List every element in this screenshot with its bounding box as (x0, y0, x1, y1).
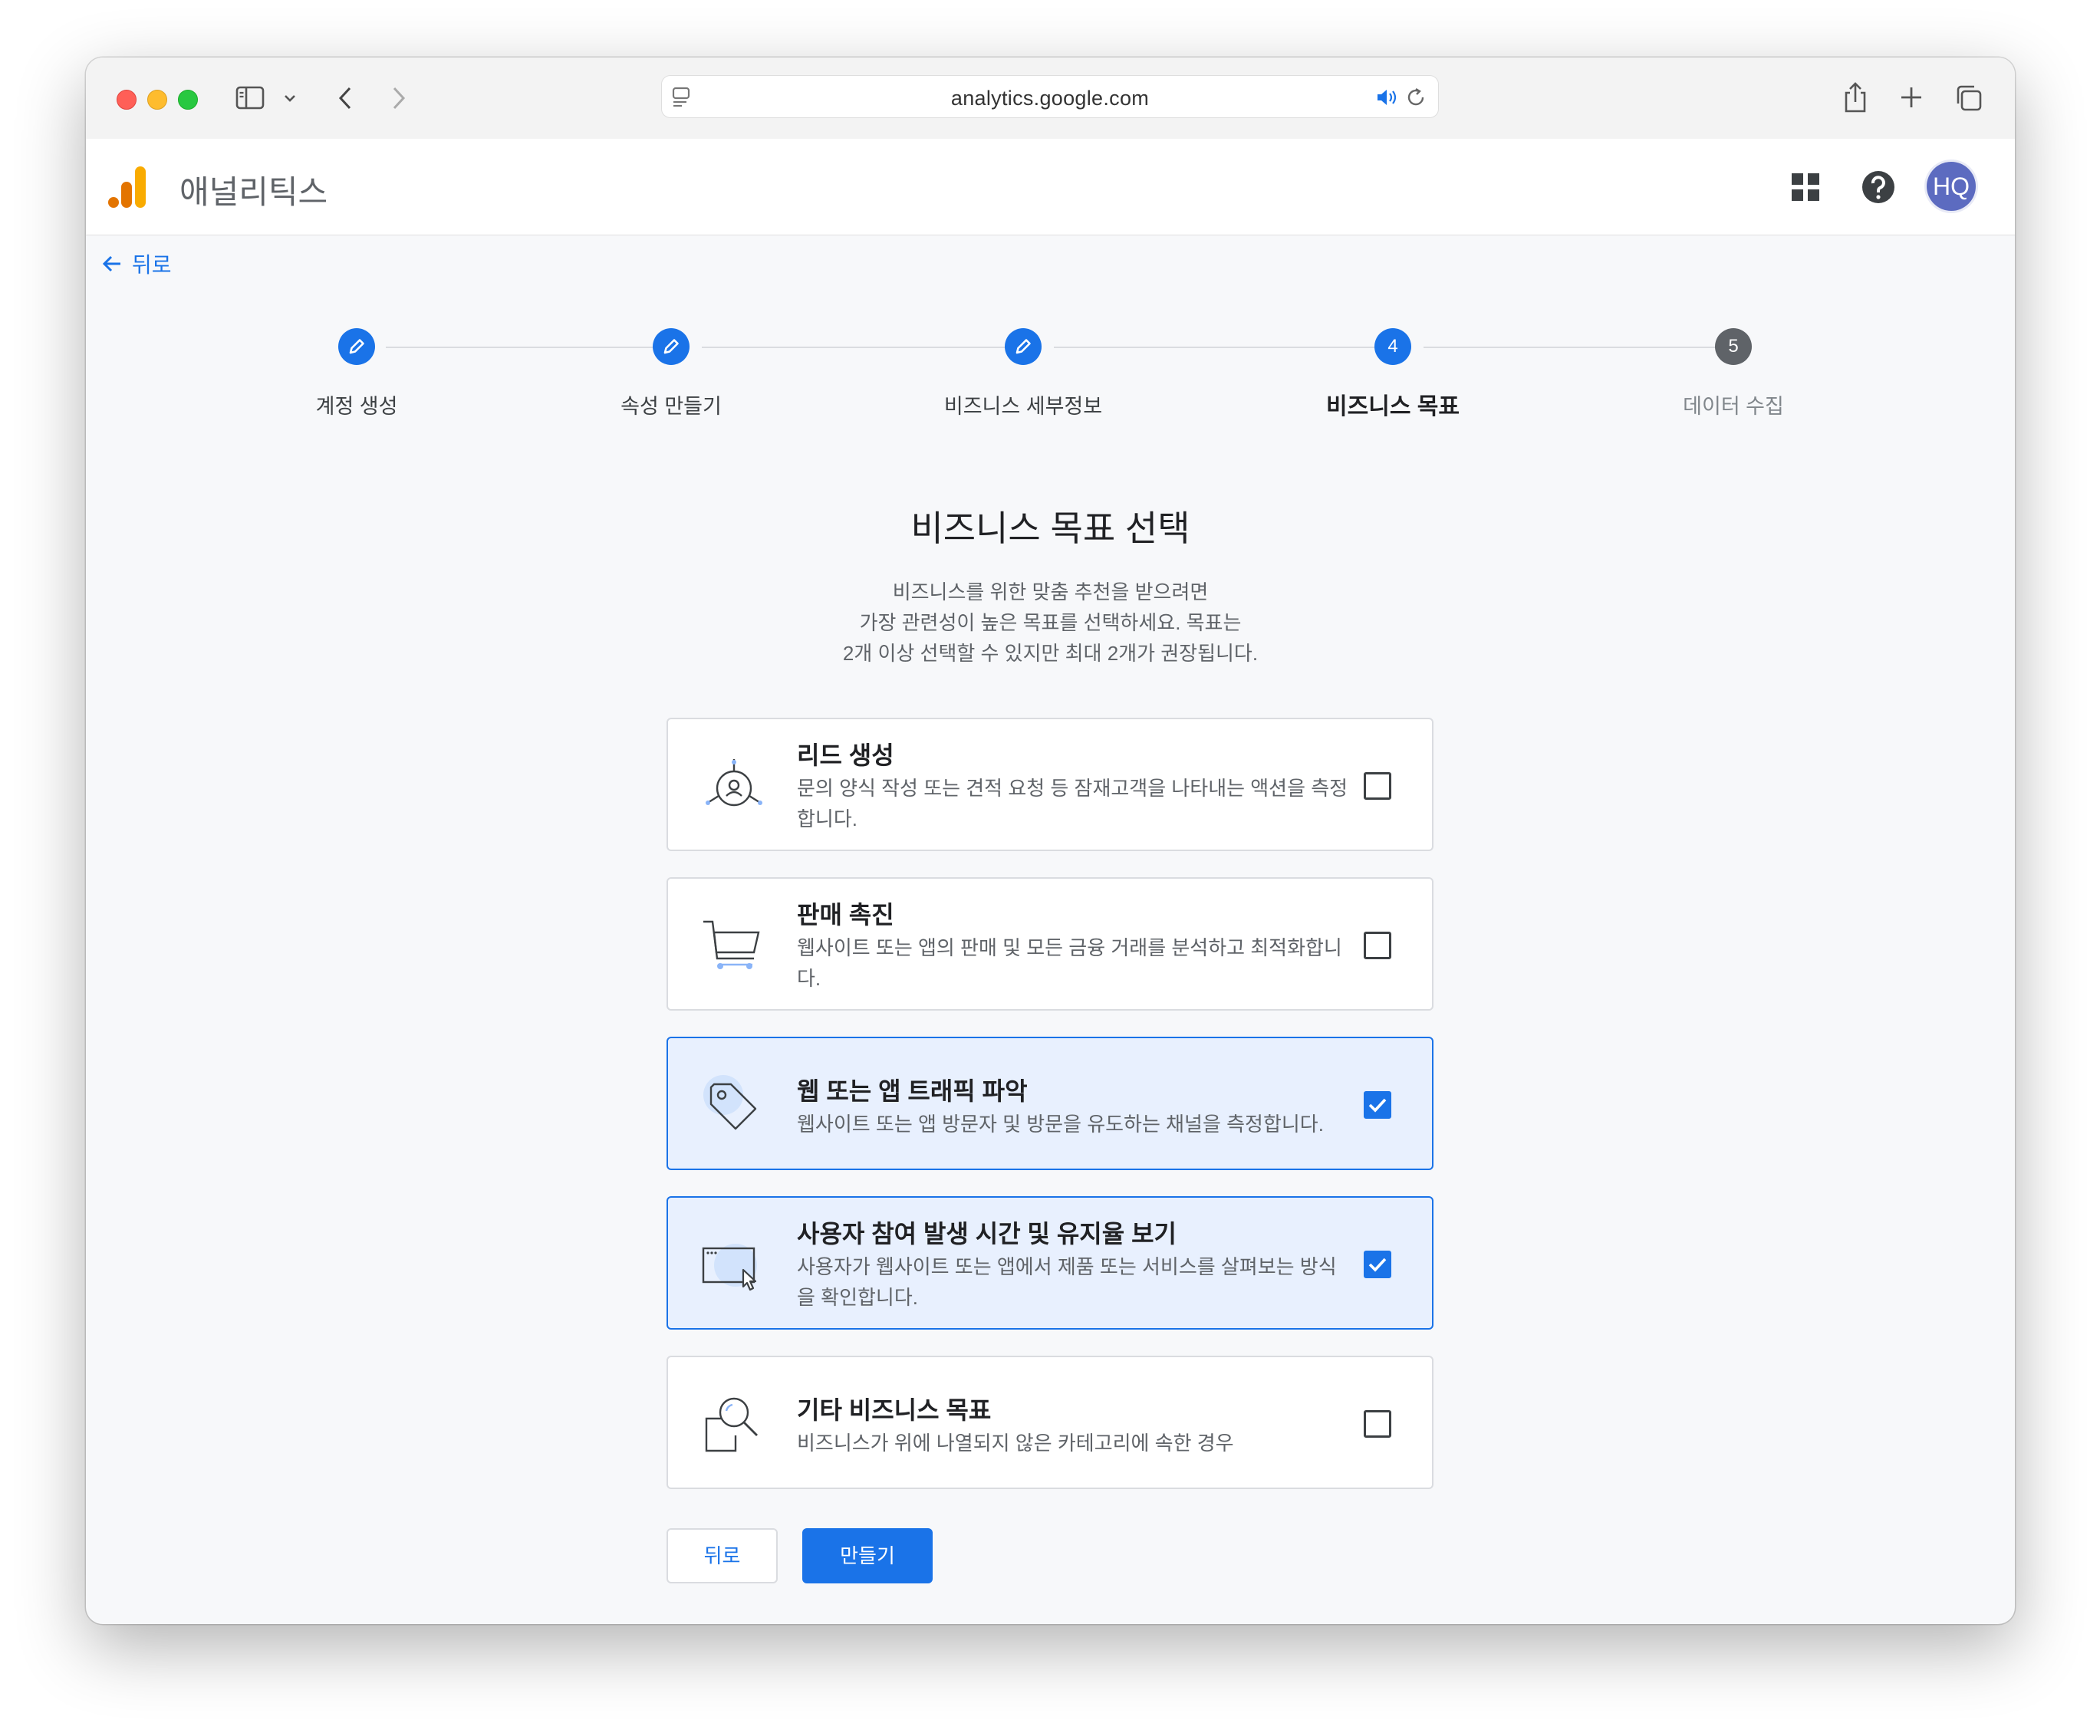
option-title: 리드 생성 (797, 741, 894, 769)
account-avatar[interactable]: HQ (1927, 162, 1976, 211)
reload-icon[interactable] (1406, 87, 1427, 108)
magnifier-icon (705, 1397, 758, 1452)
option-description: 비즈니스가 위에 나열되지 않은 카테고리에 속한 경우 (797, 1432, 1234, 1455)
goal-option-drive-sales[interactable]: 판매 촉진 웹사이트 또는 앱의 판매 및 모든 금융 거래를 분석하고 최적화… (667, 877, 1433, 1011)
option-title: 판매 촉진 (797, 901, 894, 929)
arrow-back-icon (102, 255, 120, 272)
step-5-marker: 5 (1715, 328, 1752, 365)
step-5-label: 데이터 수집 (1683, 395, 1784, 418)
create-button[interactable]: 만들기 (802, 1528, 933, 1583)
description-line: 2개 이상 선택할 수 있지만 최대 2개가 권장됩니다. (842, 642, 1259, 665)
help-icon[interactable] (1861, 169, 1896, 205)
description-line: 비즈니스를 위한 맞춤 추천을 받으려면 (892, 580, 1209, 603)
url-text: analytics.google.com (950, 87, 1150, 110)
option-checkbox[interactable] (1364, 772, 1391, 800)
tab-overview-icon[interactable] (1954, 84, 1983, 113)
checkmark-icon (1368, 1098, 1387, 1113)
forward-icon[interactable] (390, 85, 408, 111)
shopping-cart-icon (703, 920, 760, 969)
step-4-marker: 4 (1374, 328, 1411, 365)
goal-option-other[interactable]: 기타 비즈니스 목표 비즈니스가 위에 나열되지 않은 카테고리에 속한 경우 (667, 1356, 1433, 1489)
option-description: 웹사이트 또는 앱의 판매 및 모든 금융 거래를 분석하고 최적화합니다. (797, 936, 1342, 990)
step-connector (702, 347, 1017, 348)
goal-option-engagement[interactable]: 사용자 참여 발생 시간 및 유지율 보기 사용자가 웹사이트 또는 앱에서 제… (667, 1196, 1433, 1330)
step-1-marker (338, 328, 375, 365)
goal-option-traffic[interactable]: 웹 또는 앱 트래픽 파악 웹사이트 또는 앱 방문자 및 방문을 유도하는 채… (667, 1037, 1433, 1170)
page-heading: 비즈니스 목표 선택 (910, 508, 1190, 548)
lead-network-icon (706, 759, 762, 807)
option-checkbox[interactable] (1364, 1410, 1391, 1438)
app-header: 애널리틱스 HQ (86, 139, 2015, 235)
goal-option-lead-generation[interactable]: 리드 생성 문의 양식 작성 또는 견적 요청 등 잠재고객을 나타내는 액션을… (667, 718, 1433, 851)
analytics-logo-icon[interactable] (107, 165, 150, 209)
share-icon[interactable] (1842, 81, 1868, 114)
description-line: 가장 관련성이 높은 목표를 선택하세요. 목표는 (859, 611, 1242, 634)
option-checkbox[interactable] (1364, 932, 1391, 959)
close-window-button[interactable] (117, 90, 137, 110)
step-3-label: 비즈니스 세부정보 (943, 395, 1103, 418)
zoom-window-button[interactable] (178, 90, 198, 110)
back-link-label: 뒤로 (132, 253, 172, 277)
apps-grid-icon[interactable] (1790, 172, 1821, 202)
option-description: 웹사이트 또는 앱 방문자 및 방문을 유도하는 채널을 측정합니다. (797, 1113, 1324, 1136)
audio-playing-icon[interactable] (1375, 87, 1400, 107)
back-link[interactable]: 뒤로 (101, 248, 172, 279)
browser-toolbar: analytics.google.com (86, 58, 2015, 140)
edit-pencil-icon (1015, 339, 1031, 354)
chevron-down-icon[interactable] (283, 93, 297, 104)
step-connector (1424, 347, 1740, 348)
edit-pencil-icon (663, 339, 679, 354)
step-2-label: 속성 만들기 (620, 395, 722, 418)
checkmark-icon (1368, 1258, 1387, 1272)
step-4-label: 비즈니스 목표 (1326, 394, 1460, 419)
step-2-marker (653, 328, 690, 365)
option-description: 사용자가 웹사이트 또는 앱에서 제품 또는 서비스를 살펴보는 방식을 확인합… (797, 1255, 1337, 1309)
back-button[interactable]: 뒤로 (667, 1528, 778, 1583)
tag-icon (703, 1075, 757, 1130)
option-title: 웹 또는 앱 트래픽 파악 (797, 1077, 1028, 1105)
back-icon[interactable] (336, 85, 354, 111)
new-tab-icon[interactable] (1899, 85, 1924, 110)
window-cursor-icon (702, 1244, 757, 1291)
address-bar[interactable]: analytics.google.com (661, 75, 1439, 118)
page-description: 비즈니스를 위한 맞춤 추천을 받으려면 가장 관련성이 높은 목표를 선택하세… (86, 577, 2015, 669)
step-3-marker (1005, 328, 1042, 365)
browser-window: analytics.google.com 애널리틱스 HQ 뒤로 4 5 계정 … (86, 58, 2015, 1624)
option-checkbox-checked[interactable] (1364, 1091, 1391, 1119)
option-title: 기타 비즈니스 목표 (797, 1396, 992, 1424)
edit-pencil-icon (349, 339, 364, 354)
option-checkbox-checked[interactable] (1364, 1251, 1391, 1278)
option-title: 사용자 참여 발생 시간 및 유지율 보기 (797, 1220, 1177, 1248)
step-connector (1054, 347, 1387, 348)
app-title: 애널리틱스 (179, 174, 328, 210)
option-description: 문의 양식 작성 또는 견적 요청 등 잠재고객을 나타내는 액션을 측정합니다… (797, 777, 1348, 830)
step-connector (386, 347, 653, 348)
minimize-window-button[interactable] (147, 90, 167, 110)
step-1-label: 계정 생성 (315, 395, 398, 418)
sidebar-icon[interactable] (235, 85, 266, 111)
